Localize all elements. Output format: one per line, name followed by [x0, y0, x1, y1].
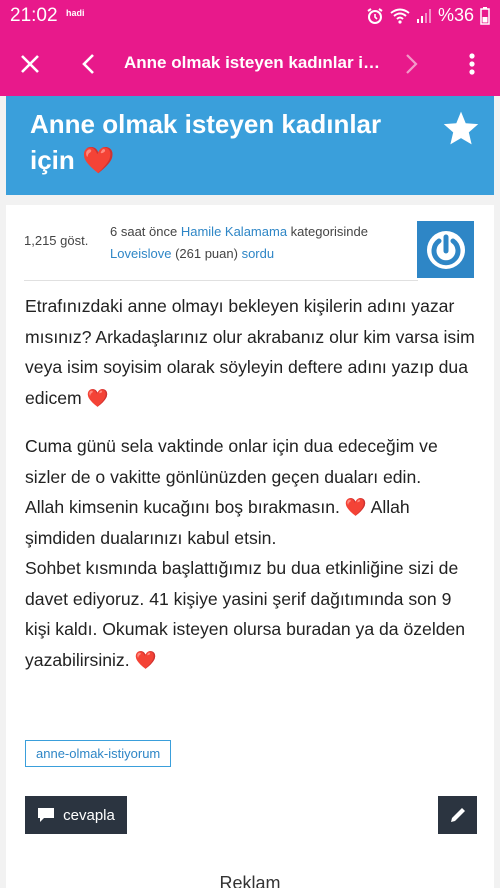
alarm-icon: [366, 7, 384, 25]
forward-button[interactable]: [384, 32, 440, 96]
body-paragraph: Allah kimsenin kucağını boş bırakmasın. …: [25, 497, 410, 548]
ad-label: Reklam: [219, 873, 281, 888]
question-header: Anne olmak isteyen kadınlar için ❤️: [6, 96, 494, 195]
favorite-button[interactable]: [442, 110, 480, 151]
status-time: 21:02: [10, 5, 58, 26]
category-suffix: kategorisinde: [290, 224, 368, 239]
reply-button[interactable]: cevapla: [25, 796, 127, 834]
category-link[interactable]: Hamile Kalamama: [181, 224, 287, 239]
meta-info: 6 saat önce Hamile Kalamama kategorisind…: [110, 221, 416, 265]
author-points: (261 puan): [175, 246, 238, 261]
question-meta: 1,215 göst. 6 saat önce Hamile Kalamama …: [24, 221, 418, 281]
forward-arrow-icon: [406, 54, 418, 74]
asked-link[interactable]: sordu: [242, 246, 275, 261]
question-title: Anne olmak isteyen kadınlar için ❤️: [30, 106, 420, 178]
close-button[interactable]: [2, 32, 58, 96]
back-arrow-icon: [82, 54, 94, 74]
wifi-icon: [390, 8, 410, 24]
time-ago: 6 saat önce: [110, 224, 178, 239]
view-count: 1,215 göst.: [24, 233, 89, 248]
close-icon: [21, 55, 39, 73]
status-bar: 21:02 hadi %36: [0, 0, 500, 32]
more-vertical-icon: [469, 53, 475, 75]
signal-icon: [416, 8, 432, 24]
speech-bubble-icon: [38, 808, 55, 822]
edit-button[interactable]: [438, 796, 477, 834]
pencil-icon: [450, 808, 465, 822]
author-link[interactable]: Loveislove: [110, 246, 171, 261]
tag-chip[interactable]: anne-olmak-istiyorum: [25, 740, 172, 767]
power-logo-icon: [426, 230, 465, 269]
heart-emoji: ❤️: [82, 145, 115, 175]
app-bar: Anne olmak isteyen kadınlar için...: [0, 32, 500, 96]
body-paragraph: Sohbet kısmında başlattığımız bu dua etk…: [25, 558, 466, 670]
status-icons: %36: [366, 5, 490, 26]
back-button[interactable]: [60, 32, 116, 96]
battery-icon: [480, 6, 490, 25]
star-icon: [443, 111, 479, 145]
question-card: 1,215 göst. 6 saat önce Hamile Kalamama …: [6, 205, 494, 888]
reply-label: cevapla: [63, 806, 115, 824]
status-carrier: hadi: [66, 8, 85, 18]
body-paragraph: Etrafınızdaki anne olmayı bekleyen kişil…: [25, 296, 475, 408]
more-options-button[interactable]: [444, 32, 500, 96]
question-body: Etrafınızdaki anne olmayı bekleyen kişil…: [25, 291, 480, 675]
app-bar-title: Anne olmak isteyen kadınlar için...: [124, 53, 384, 72]
avatar[interactable]: [417, 221, 474, 278]
body-paragraph: Cuma günü sela vaktinde onlar için dua e…: [25, 436, 438, 487]
battery-percent: %36: [437, 5, 474, 25]
